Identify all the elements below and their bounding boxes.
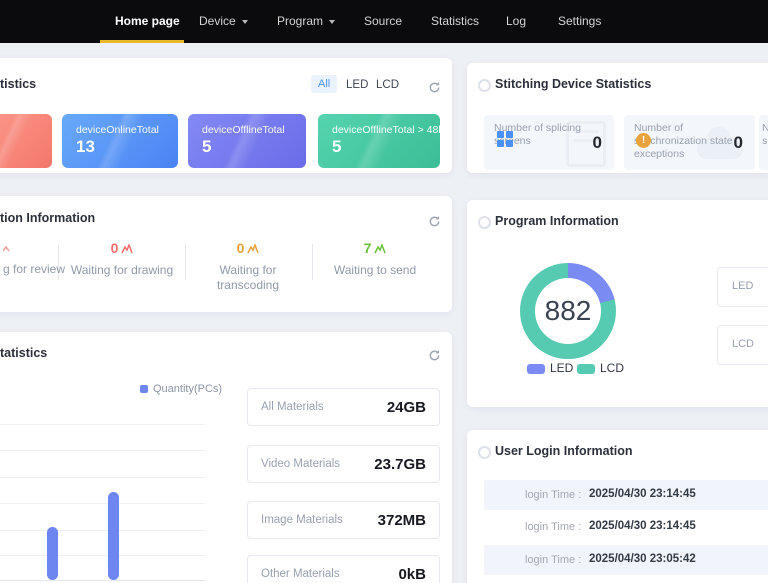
nav-device[interactable]: Device: [199, 14, 248, 28]
pulse-icon: [374, 242, 387, 254]
card-ring-icon: [478, 216, 491, 229]
legend-swatch-quantity: [140, 385, 148, 393]
pulse-icon: [121, 242, 134, 254]
pulse-icon: [247, 242, 260, 254]
dashboard-page: Home page Device Program Source Statisti…: [0, 0, 768, 583]
login-row: login Time : 2025/04/30 23:05:42 L :: [484, 545, 768, 575]
card-title: User Login Information: [495, 444, 633, 458]
legend-swatch-led: [527, 364, 545, 374]
waiting-for-transcoding-stat: 0 Waiting for transcoding: [216, 240, 280, 292]
refresh-icon[interactable]: [428, 349, 441, 362]
grid-icon: [497, 131, 513, 147]
chevron-down-icon: [241, 20, 248, 24]
nav-home-page[interactable]: Home page: [115, 14, 180, 28]
card-ring-icon: [478, 79, 491, 92]
user-login-card: User Login Information login Time : 2025…: [467, 430, 768, 583]
nav-source[interactable]: Source: [364, 14, 402, 28]
card-ring-icon: [478, 446, 491, 459]
production-information-card: tion Information g for review 0 Waiting …: [0, 196, 452, 312]
legend-label-lcd: LCD: [600, 361, 625, 375]
donut-total: 882: [544, 295, 592, 326]
active-tab-underline: [100, 40, 184, 43]
nav-settings[interactable]: Settings: [558, 14, 601, 28]
card-title-fragment: tion Information: [0, 211, 96, 225]
nav-program[interactable]: Program: [277, 14, 336, 28]
material-statistics-card: tatistics Quantity(PCs) All Materials 24…: [0, 332, 452, 583]
refresh-icon[interactable]: [428, 81, 441, 94]
nav-log[interactable]: Log: [506, 14, 526, 28]
all-materials-box: All Materials 24GB: [247, 388, 440, 426]
login-row: login Time : 2025/04/30 23:14:45 L :: [525, 520, 696, 533]
pulse-icon-fragment: [3, 246, 10, 252]
program-information-card: Program Information 882 LED LCD LED LCD: [467, 200, 768, 407]
image-materials-box: Image Materials 372MB: [247, 501, 440, 539]
video-materials-box: Video Materials 23.7GB: [247, 445, 440, 483]
device-statistics-card: tistics All LED LCD deviceOnlineTotal 13…: [0, 58, 452, 173]
nav-statistics[interactable]: Statistics: [431, 14, 479, 28]
legend-swatch-lcd: [577, 364, 595, 374]
refresh-icon[interactable]: [428, 215, 441, 228]
card-title-fragment: tatistics: [0, 346, 48, 360]
login-row: login Time : 2025/04/30 23:14:45 L :: [484, 480, 768, 510]
sync-exceptions-box: Number of synchronization state exceptio…: [624, 115, 755, 170]
stat-card-device-offline: deviceOfflineTotal 5: [188, 114, 306, 168]
bar-quantity-2: [108, 492, 119, 580]
warning-icon: !: [636, 133, 651, 148]
splicing-screens-box: Number of splicing screens 0: [484, 115, 614, 170]
stat-card-device-online: deviceOnlineTotal 13: [62, 114, 178, 168]
legend-label-led: LED: [550, 361, 574, 375]
stat-card-clipped: [0, 114, 52, 168]
led-count-box: LED: [717, 267, 768, 307]
legend-label-quantity: Quantity(PCs): [153, 383, 223, 395]
bar-quantity-1: [47, 527, 58, 580]
card-title: Stitching Device Statistics: [495, 77, 652, 91]
stitching-statistics-card: Stitching Device Statistics Number of sp…: [467, 63, 768, 173]
card-title: Program Information: [495, 214, 619, 228]
clipped-stat-box: N s: [759, 115, 768, 170]
waiting-to-send-stat: 7 Waiting to send: [333, 240, 417, 277]
stat-label-fragment: g for review: [3, 262, 66, 276]
filter-lcd[interactable]: LCD: [376, 79, 399, 91]
card-title-fragment: tistics: [0, 77, 37, 91]
other-materials-box: Other Materials 0kB: [247, 555, 440, 583]
filter-led[interactable]: LED: [346, 79, 368, 91]
stat-card-device-offline-48h: deviceOfflineTotal > 48h 5: [318, 114, 440, 168]
lcd-count-box: LCD: [717, 325, 768, 365]
top-nav: Home page Device Program Source Statisti…: [0, 0, 768, 43]
chevron-down-icon: [329, 20, 336, 24]
filter-all-chip[interactable]: All: [311, 75, 338, 93]
waiting-for-drawing-stat: 0 Waiting for drawing: [70, 240, 174, 277]
